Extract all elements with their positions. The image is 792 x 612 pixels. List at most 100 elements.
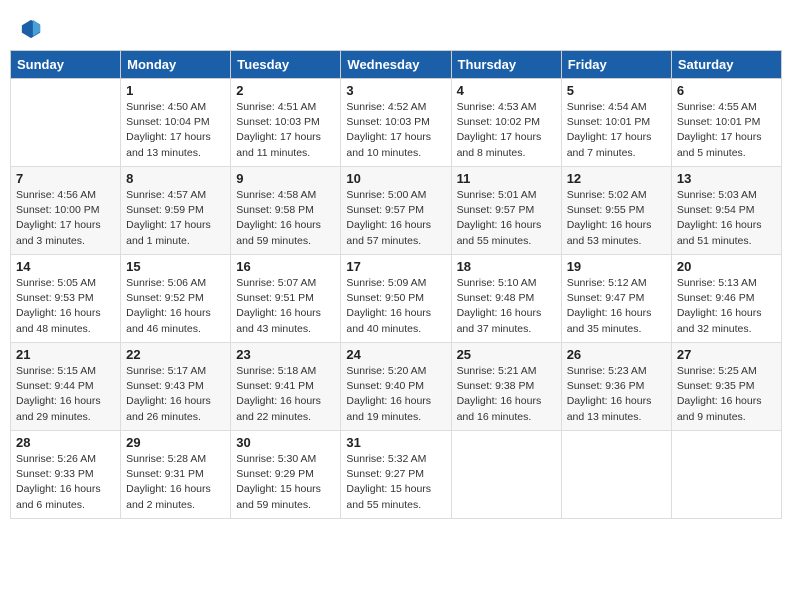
weekday-header: Saturday [671, 51, 781, 79]
calendar-week-row: 14 Sunrise: 5:05 AM Sunset: 9:53 PM Dayli… [11, 255, 782, 343]
calendar-cell: 3 Sunrise: 4:52 AM Sunset: 10:03 PM Dayli… [341, 79, 451, 167]
calendar-cell: 24Sunrise: 5:20 AM Sunset: 9:40 PM Dayli… [341, 343, 451, 431]
day-info: Sunrise: 4:52 AM Sunset: 10:03 PM Daylig… [346, 100, 445, 161]
calendar-cell: 7 Sunrise: 4:56 AM Sunset: 10:00 PM Dayli… [11, 167, 121, 255]
day-info: Sunrise: 4:55 AM Sunset: 10:01 PM Daylig… [677, 100, 776, 161]
day-number: 29 [126, 435, 225, 450]
day-info: Sunrise: 4:57 AM Sunset: 9:59 PM Dayligh… [126, 188, 225, 249]
day-number: 4 [457, 83, 556, 98]
day-number: 18 [457, 259, 556, 274]
day-info: Sunrise: 5:21 AM Sunset: 9:38 PM Dayligh… [457, 364, 556, 425]
day-number: 27 [677, 347, 776, 362]
day-number: 31 [346, 435, 445, 450]
calendar-cell: 19Sunrise: 5:12 AM Sunset: 9:47 PM Dayli… [561, 255, 671, 343]
calendar-cell: 26 Sunrise: 5:23 AM Sunset: 9:36 PM Dayli… [561, 343, 671, 431]
day-info: Sunrise: 5:26 AM Sunset: 9:33 PM Dayligh… [16, 452, 115, 513]
page-header [10, 10, 782, 44]
day-info: Sunrise: 4:50 AM Sunset: 10:04 PM Daylig… [126, 100, 225, 161]
day-info: Sunrise: 5:05 AM Sunset: 9:53 PM Dayligh… [16, 276, 115, 337]
day-info: Sunrise: 4:56 AM Sunset: 10:00 PM Daylig… [16, 188, 115, 249]
calendar-cell: 30 Sunrise: 5:30 AM Sunset: 9:29 PM Dayli… [231, 431, 341, 519]
day-info: Sunrise: 5:17 AM Sunset: 9:43 PM Dayligh… [126, 364, 225, 425]
day-number: 22 [126, 347, 225, 362]
calendar-cell: 11 Sunrise: 5:01 AM Sunset: 9:57 PM Dayli… [451, 167, 561, 255]
day-number: 16 [236, 259, 335, 274]
calendar-cell: 1Sunrise: 4:50 AM Sunset: 10:04 PM Dayli… [121, 79, 231, 167]
calendar-cell: 31 Sunrise: 5:32 AM Sunset: 9:27 PM Dayli… [341, 431, 451, 519]
day-number: 11 [457, 171, 556, 186]
calendar-cell: 28 Sunrise: 5:26 AM Sunset: 9:33 PM Dayli… [11, 431, 121, 519]
day-number: 21 [16, 347, 115, 362]
day-number: 20 [677, 259, 776, 274]
calendar-cell: 16 Sunrise: 5:07 AM Sunset: 9:51 PM Dayli… [231, 255, 341, 343]
calendar-cell: 10 Sunrise: 5:00 AM Sunset: 9:57 PM Dayli… [341, 167, 451, 255]
logo-icon [20, 18, 42, 40]
day-info: Sunrise: 5:06 AM Sunset: 9:52 PM Dayligh… [126, 276, 225, 337]
calendar-cell: 6 Sunrise: 4:55 AM Sunset: 10:01 PM Dayli… [671, 79, 781, 167]
day-info: Sunrise: 5:28 AM Sunset: 9:31 PM Dayligh… [126, 452, 225, 513]
day-number: 8 [126, 171, 225, 186]
day-info: Sunrise: 5:09 AM Sunset: 9:50 PM Dayligh… [346, 276, 445, 337]
day-number: 26 [567, 347, 666, 362]
day-info: Sunrise: 4:53 AM Sunset: 10:02 PM Daylig… [457, 100, 556, 161]
day-number: 12 [567, 171, 666, 186]
day-number: 6 [677, 83, 776, 98]
day-info: Sunrise: 5:12 AM Sunset: 9:47 PM Dayligh… [567, 276, 666, 337]
day-number: 17 [346, 259, 445, 274]
calendar-table: SundayMondayTuesdayWednesdayThursdayFrid… [10, 50, 782, 519]
calendar-cell: 23 Sunrise: 5:18 AM Sunset: 9:41 PM Dayli… [231, 343, 341, 431]
day-info: Sunrise: 5:13 AM Sunset: 9:46 PM Dayligh… [677, 276, 776, 337]
calendar-cell [451, 431, 561, 519]
calendar-cell: 29 Sunrise: 5:28 AM Sunset: 9:31 PM Dayli… [121, 431, 231, 519]
day-info: Sunrise: 5:07 AM Sunset: 9:51 PM Dayligh… [236, 276, 335, 337]
day-number: 7 [16, 171, 115, 186]
day-info: Sunrise: 4:58 AM Sunset: 9:58 PM Dayligh… [236, 188, 335, 249]
day-number: 30 [236, 435, 335, 450]
calendar-cell: 22 Sunrise: 5:17 AM Sunset: 9:43 PM Dayli… [121, 343, 231, 431]
day-info: Sunrise: 4:54 AM Sunset: 10:01 PM Daylig… [567, 100, 666, 161]
calendar-cell [671, 431, 781, 519]
day-number: 14 [16, 259, 115, 274]
weekday-header: Sunday [11, 51, 121, 79]
calendar-cell: 12 Sunrise: 5:02 AM Sunset: 9:55 PM Dayli… [561, 167, 671, 255]
day-number: 9 [236, 171, 335, 186]
calendar-cell: 13Sunrise: 5:03 AM Sunset: 9:54 PM Dayli… [671, 167, 781, 255]
day-number: 23 [236, 347, 335, 362]
day-info: Sunrise: 5:10 AM Sunset: 9:48 PM Dayligh… [457, 276, 556, 337]
calendar-cell: 9 Sunrise: 4:58 AM Sunset: 9:58 PM Daylig… [231, 167, 341, 255]
calendar-cell: 25 Sunrise: 5:21 AM Sunset: 9:38 PM Dayli… [451, 343, 561, 431]
weekday-header: Friday [561, 51, 671, 79]
day-number: 3 [346, 83, 445, 98]
weekday-header: Monday [121, 51, 231, 79]
calendar-cell [561, 431, 671, 519]
day-number: 10 [346, 171, 445, 186]
calendar-cell: 2 Sunrise: 4:51 AM Sunset: 10:03 PM Dayli… [231, 79, 341, 167]
day-info: Sunrise: 5:30 AM Sunset: 9:29 PM Dayligh… [236, 452, 335, 513]
weekday-header: Tuesday [231, 51, 341, 79]
calendar-cell: 8 Sunrise: 4:57 AM Sunset: 9:59 PM Daylig… [121, 167, 231, 255]
calendar-week-row: 28 Sunrise: 5:26 AM Sunset: 9:33 PM Dayli… [11, 431, 782, 519]
calendar-cell: 20 Sunrise: 5:13 AM Sunset: 9:46 PM Dayli… [671, 255, 781, 343]
day-info: Sunrise: 5:32 AM Sunset: 9:27 PM Dayligh… [346, 452, 445, 513]
day-info: Sunrise: 5:01 AM Sunset: 9:57 PM Dayligh… [457, 188, 556, 249]
day-number: 28 [16, 435, 115, 450]
day-number: 2 [236, 83, 335, 98]
calendar-cell: 14 Sunrise: 5:05 AM Sunset: 9:53 PM Dayli… [11, 255, 121, 343]
day-info: Sunrise: 5:23 AM Sunset: 9:36 PM Dayligh… [567, 364, 666, 425]
day-info: Sunrise: 4:51 AM Sunset: 10:03 PM Daylig… [236, 100, 335, 161]
day-info: Sunrise: 5:18 AM Sunset: 9:41 PM Dayligh… [236, 364, 335, 425]
calendar-cell [11, 79, 121, 167]
day-number: 25 [457, 347, 556, 362]
day-number: 5 [567, 83, 666, 98]
day-info: Sunrise: 5:15 AM Sunset: 9:44 PM Dayligh… [16, 364, 115, 425]
calendar-cell: 15 Sunrise: 5:06 AM Sunset: 9:52 PM Dayli… [121, 255, 231, 343]
day-info: Sunrise: 5:00 AM Sunset: 9:57 PM Dayligh… [346, 188, 445, 249]
calendar-week-row: 7 Sunrise: 4:56 AM Sunset: 10:00 PM Dayli… [11, 167, 782, 255]
day-number: 24 [346, 347, 445, 362]
day-number: 15 [126, 259, 225, 274]
calendar-cell: 21 Sunrise: 5:15 AM Sunset: 9:44 PM Dayli… [11, 343, 121, 431]
calendar-cell: 4 Sunrise: 4:53 AM Sunset: 10:02 PM Dayli… [451, 79, 561, 167]
day-number: 13 [677, 171, 776, 186]
weekday-header: Thursday [451, 51, 561, 79]
day-info: Sunrise: 5:02 AM Sunset: 9:55 PM Dayligh… [567, 188, 666, 249]
